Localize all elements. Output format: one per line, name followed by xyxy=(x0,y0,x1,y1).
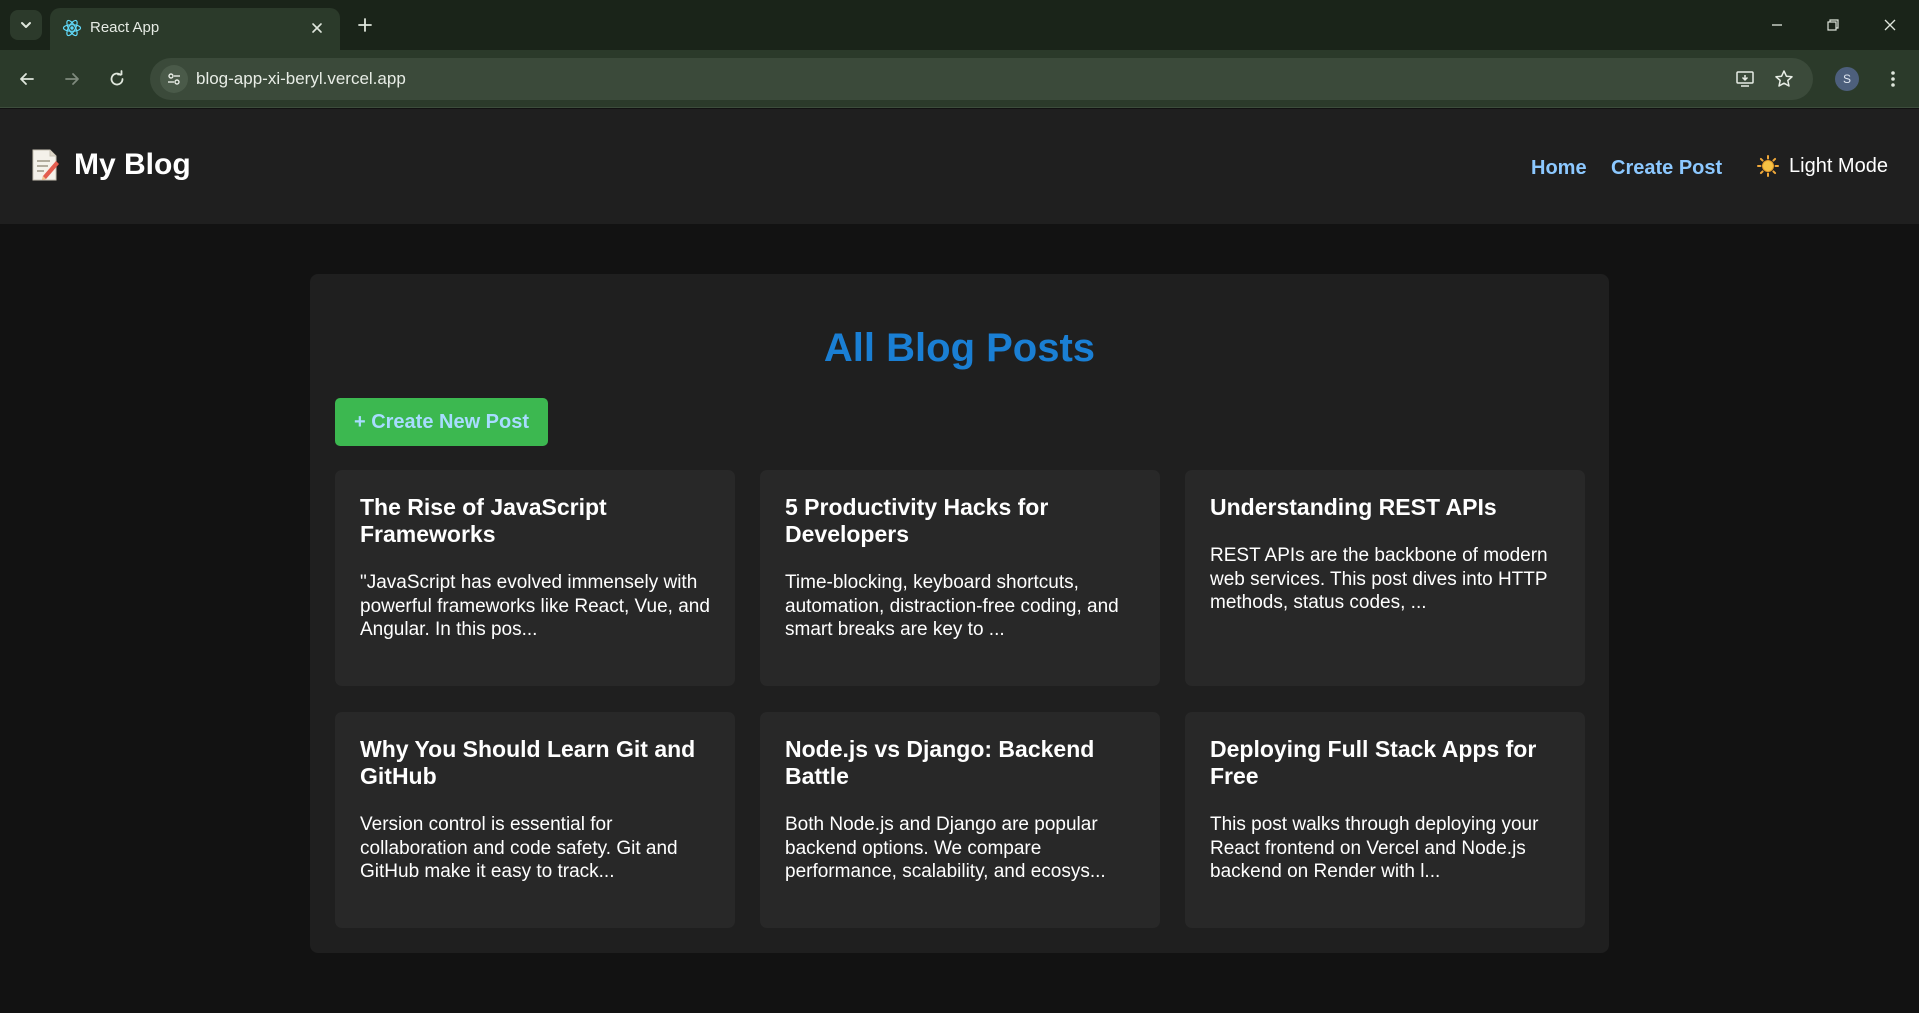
plus-icon xyxy=(358,18,372,32)
post-excerpt: Version control is essential for collabo… xyxy=(360,814,678,882)
theme-toggle-button[interactable]: Light Mode xyxy=(1757,154,1888,178)
post-title: Why You Should Learn Git and GitHub xyxy=(360,736,696,789)
install-icon xyxy=(1736,71,1754,87)
new-tab-button[interactable] xyxy=(352,12,378,38)
address-bar[interactable]: blog-app-xi-beryl.vercel.app xyxy=(150,58,1813,100)
post-excerpt: This post walks through deploying your R… xyxy=(1210,814,1539,882)
restore-icon xyxy=(1827,19,1839,31)
post-title: The Rise of JavaScript Frameworks xyxy=(360,494,607,547)
more-vertical-icon xyxy=(1891,71,1895,87)
post-title: 5 Productivity Hacks for Developers xyxy=(785,494,1049,547)
browser-tab-active[interactable]: React App xyxy=(50,8,340,50)
site-header: My Blog Home Create Post Light Mode xyxy=(0,109,1919,224)
page-title: All Blog Posts xyxy=(823,326,1096,370)
post-card[interactable]: 5 Productivity Hacks for Developers Time… xyxy=(760,470,1160,686)
tune-icon xyxy=(168,73,180,85)
post-card[interactable]: Node.js vs Django: Backend Battle Both N… xyxy=(760,712,1160,928)
arrow-right-icon xyxy=(65,73,79,85)
brand[interactable]: My Blog xyxy=(30,147,191,183)
create-new-post-button[interactable]: + Create New Post xyxy=(335,398,548,446)
tab-close-button[interactable] xyxy=(308,19,326,37)
chevron-down-icon xyxy=(21,22,31,28)
post-excerpt: Time-blocking, keyboard shortcuts, autom… xyxy=(785,572,1119,640)
url-text[interactable]: blog-app-xi-beryl.vercel.app xyxy=(196,69,406,89)
close-icon xyxy=(312,23,322,33)
reload-button[interactable] xyxy=(102,64,132,94)
bookmark-button[interactable] xyxy=(1772,67,1796,91)
sun-icon xyxy=(1757,155,1779,177)
post-title: Understanding REST APIs xyxy=(1210,494,1497,520)
post-excerpt: REST APIs are the backbone of modern web… xyxy=(1210,545,1548,613)
nav-link-home[interactable]: Home xyxy=(1531,156,1587,180)
browser-toolbar: blog-app-xi-beryl.vercel.app S xyxy=(0,50,1919,108)
post-card[interactable]: Why You Should Learn Git and GitHub Vers… xyxy=(335,712,735,928)
post-title: Node.js vs Django: Backend Battle xyxy=(785,736,1095,789)
post-excerpt: Both Node.js and Django are popular back… xyxy=(785,814,1106,882)
post-excerpt: "JavaScript has evolved immensely with p… xyxy=(360,572,710,640)
minimize-icon xyxy=(1772,24,1782,26)
site-title: My Blog xyxy=(74,148,191,181)
minimize-button[interactable] xyxy=(1764,12,1790,38)
arrow-left-icon xyxy=(20,73,34,85)
theme-toggle-label: Light Mode xyxy=(1789,155,1888,177)
post-card[interactable]: Understanding REST APIs REST APIs are th… xyxy=(1185,470,1585,686)
restore-button[interactable] xyxy=(1820,12,1846,38)
browser-menu-button[interactable] xyxy=(1880,66,1906,92)
post-title: Deploying Full Stack Apps for Free xyxy=(1210,736,1537,789)
profile-avatar[interactable]: S xyxy=(1835,67,1859,91)
post-card[interactable]: Deploying Full Stack Apps for Free This … xyxy=(1185,712,1585,928)
tab-title: React App xyxy=(90,19,160,36)
reload-icon xyxy=(110,70,124,86)
star-icon xyxy=(1775,70,1793,87)
browser-tabstrip: React App xyxy=(0,0,1919,50)
install-app-button[interactable] xyxy=(1733,67,1757,91)
nav-link-create-post[interactable]: Create Post xyxy=(1611,156,1722,180)
close-window-button[interactable] xyxy=(1877,12,1903,38)
site-info-button[interactable] xyxy=(160,65,188,93)
back-button[interactable] xyxy=(12,64,42,94)
post-card[interactable]: The Rise of JavaScript Frameworks "JavaS… xyxy=(335,470,735,686)
memo-icon xyxy=(32,149,59,181)
forward-button[interactable] xyxy=(57,64,87,94)
tab-search-button[interactable] xyxy=(10,10,42,40)
posts-container: All Blog Posts + Create New Post The Ris… xyxy=(310,274,1609,953)
react-logo-icon xyxy=(62,19,82,37)
close-icon xyxy=(1884,19,1896,31)
